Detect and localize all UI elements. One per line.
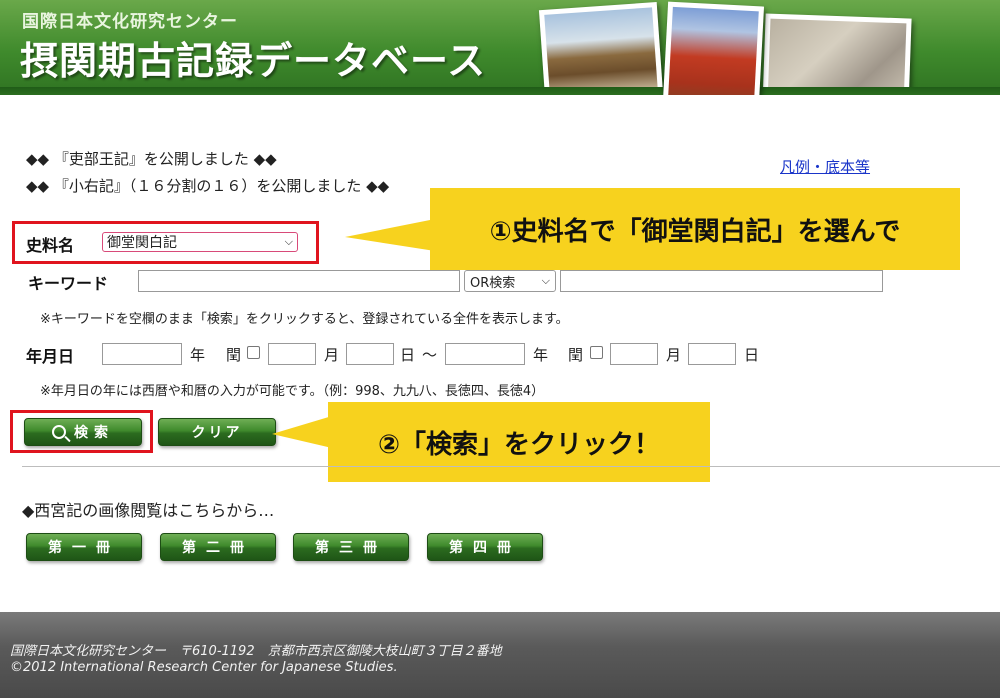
- notice-item: ◆◆ 『吏部王記』を公開しました ◆◆: [26, 150, 277, 168]
- site-title: 摂関期古記録データベース: [20, 39, 487, 83]
- volume-4-button[interactable]: 第四冊: [427, 533, 543, 561]
- legend-link[interactable]: 凡例・底本等: [780, 156, 870, 177]
- keyword-note: ※キーワードを空欄のまま「検索」をクリックすると、登録されている全件を表示します…: [40, 312, 569, 327]
- title-select-value: 御堂関白記: [107, 235, 177, 251]
- start-month-input[interactable]: [268, 343, 316, 365]
- volume-label: 第一冊: [48, 540, 120, 556]
- keyword-label: キーワード: [28, 274, 109, 293]
- search-button[interactable]: 検索: [24, 418, 142, 446]
- start-leap-checkbox[interactable]: [247, 346, 260, 359]
- callout-pointer: [345, 219, 435, 251]
- keyword-input-2[interactable]: [560, 270, 883, 292]
- volume-label: 第二冊: [182, 540, 254, 556]
- day-unit: 日: [744, 346, 760, 364]
- search-button-label: 検索: [74, 425, 114, 441]
- header-photo-gate: [538, 1, 664, 95]
- start-year-input[interactable]: [102, 343, 182, 365]
- organization-name: 国際日本文化研究センター: [22, 12, 238, 32]
- day-unit: 日: [400, 346, 416, 364]
- search-mode-select[interactable]: OR検索 ⌵: [464, 270, 556, 292]
- search-mode-value: OR検索: [470, 275, 516, 291]
- month-unit: 月: [324, 346, 340, 364]
- header-photo-shrine: [661, 1, 765, 95]
- volume-label: 第四冊: [449, 540, 521, 556]
- volume-2-button[interactable]: 第二冊: [160, 533, 276, 561]
- year-unit: 年: [190, 346, 206, 364]
- volume-3-button[interactable]: 第三冊: [293, 533, 409, 561]
- volume-label: 第三冊: [315, 540, 387, 556]
- notice-list: ◆◆ 『吏部王記』を公開しました ◆◆ ◆◆ 『小右記』（１６分割の１６）を公開…: [26, 146, 389, 200]
- month-unit: 月: [666, 346, 682, 364]
- end-leap-checkbox[interactable]: [590, 346, 603, 359]
- callout-step2: ②「検索」をクリック！: [328, 402, 710, 482]
- range-separator: 〜: [422, 346, 438, 364]
- search-icon: [52, 425, 66, 439]
- keyword-input[interactable]: [138, 270, 460, 292]
- date-note: ※年月日の年には西暦や和暦の入力が可能です。（例：998、九九八、長徳四、長徳4…: [40, 384, 545, 399]
- footer-copyright: ©2012 International Research Center for …: [10, 660, 398, 675]
- title-label: 史料名: [26, 236, 75, 255]
- footer-address: 国際日本文化研究センター 〒610-1192 京都市西京区御陵大枝山町３丁目２番…: [10, 644, 502, 659]
- end-day-input[interactable]: [688, 343, 736, 365]
- leap-label: 閏: [568, 346, 584, 364]
- clear-button-label: クリア: [191, 425, 243, 441]
- image-section-heading: ◆西宮記の画像閲覧はこちらから…: [22, 501, 275, 520]
- site-footer: 国際日本文化研究センター 〒610-1192 京都市西京区御陵大枝山町３丁目２番…: [0, 612, 1000, 698]
- section-divider: [22, 466, 1000, 467]
- site-header: 国際日本文化研究センター 摂関期古記録データベース: [0, 0, 1000, 95]
- chevron-down-icon: ⌵: [541, 274, 550, 287]
- callout-pointer: [272, 416, 332, 448]
- year-unit: 年: [533, 346, 549, 364]
- callout-step1: ①史料名で「御堂関白記」を選んで: [430, 188, 960, 270]
- date-label: 年月日: [26, 347, 75, 366]
- start-day-input[interactable]: [346, 343, 394, 365]
- volume-1-button[interactable]: 第一冊: [26, 533, 142, 561]
- leap-label: 閏: [226, 346, 242, 364]
- title-select[interactable]: 御堂関白記 ⌵: [102, 232, 298, 252]
- end-month-input[interactable]: [610, 343, 658, 365]
- clear-button[interactable]: クリア: [158, 418, 276, 446]
- end-year-input[interactable]: [445, 343, 525, 365]
- notice-item: ◆◆ 『小右記』（１６分割の１６）を公開しました ◆◆: [26, 177, 390, 195]
- header-photo-manuscript: [762, 13, 912, 95]
- chevron-down-icon: ⌵: [284, 235, 293, 248]
